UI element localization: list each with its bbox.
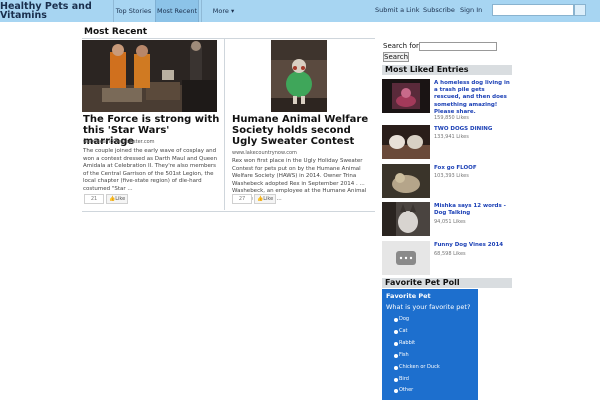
video-placeholder-icon [382, 241, 430, 275]
poll-option-label[interactable]: Rabbit [399, 340, 415, 346]
entry-likes: 133,941 Likes [434, 134, 469, 140]
entry-title[interactable]: Funny Dog Vines 2014 [434, 242, 512, 249]
submit-link[interactable]: Submit a Link [375, 0, 419, 22]
most-liked-heading: Most Liked Entries [382, 65, 512, 75]
sidebar-search-label: Search for: [383, 42, 422, 50]
section-divider [82, 38, 375, 39]
article-thumbnail-ugly-sweater[interactable] [271, 40, 327, 112]
nav-most-recent[interactable]: Most Recent [155, 0, 199, 22]
entry-thumbnail[interactable] [382, 202, 430, 236]
section-title: Most Recent [84, 27, 148, 37]
sign-in-link[interactable]: Sign In [460, 0, 482, 22]
entry-likes: 94,051 Likes [434, 219, 466, 225]
site-title-line-2: Vitamins [0, 10, 47, 21]
poll-radio-rabbit[interactable] [394, 342, 398, 346]
site-title[interactable]: Healthy Pets and Vitamins [0, 2, 112, 21]
like-button[interactable]: 👍Like [254, 194, 277, 204]
article-source: www.desmoinesregister.com [83, 139, 155, 145]
like-button[interactable]: 👍Like [106, 194, 129, 204]
poll-radio-other[interactable] [394, 389, 398, 393]
sidebar-search-button[interactable]: Search [383, 52, 409, 62]
entry-title[interactable]: Mishka says 12 words - Dog Talking [434, 203, 512, 217]
entry-title[interactable]: Fox go FLOOF [434, 165, 512, 172]
nav-top-stories[interactable]: Top Stories [113, 0, 153, 22]
poll-radio-bird[interactable] [394, 378, 398, 382]
entry-likes: 68,598 Likes [434, 251, 466, 257]
article-thumbnail-star-wars[interactable] [82, 40, 217, 112]
star-wars-photo-icon [82, 40, 217, 112]
two-dogs-video-icon [382, 125, 430, 159]
homeless-dog-video-icon [382, 79, 430, 113]
fox-video-icon [382, 164, 430, 198]
like-button-label: Like [115, 196, 126, 202]
article-excerpt: Rex won first place in the Ugly Holiday … [232, 158, 367, 202]
poll-option-label[interactable]: Cat [399, 328, 408, 334]
article-headline[interactable]: Humane Animal Welfare Society holds seco… [232, 114, 372, 147]
poll-option-label[interactable]: Fish [399, 352, 409, 358]
entry-likes: 159,850 Likes [434, 115, 469, 121]
dog-sweater-photo-icon [271, 40, 327, 112]
entry-thumbnail[interactable] [382, 164, 430, 198]
poll-heading: Favorite Pet Poll [382, 278, 512, 288]
like-button-label: Like [263, 196, 274, 202]
article-source: www.lakecountrynow.com [232, 150, 297, 156]
article-excerpt: The couple joined the early wave of cosp… [83, 148, 218, 192]
poll-option-label[interactable]: Bird [399, 376, 409, 382]
entry-thumbnail[interactable] [382, 79, 430, 113]
poll-radio-fish[interactable] [394, 354, 398, 358]
entry-title[interactable]: A homeless dog living in a trash pile ge… [434, 80, 512, 116]
entry-title[interactable]: TWO DOGS DINING [434, 126, 512, 133]
poll-title: Favorite Pet [386, 292, 431, 300]
nav-more-menu[interactable]: More ▾ [201, 0, 245, 22]
entry-thumbnail[interactable] [382, 125, 430, 159]
poll-option-label[interactable]: Dog [399, 316, 409, 322]
poll-question: What is your favorite pet? [386, 303, 471, 311]
header-search-input[interactable] [492, 4, 574, 16]
entry-likes: 103,393 Likes [434, 173, 469, 179]
like-count: 27 [232, 194, 252, 204]
like-count: 21 [84, 194, 104, 204]
husky-video-icon [382, 202, 430, 236]
subscribe-link[interactable]: Subscribe [423, 0, 455, 22]
poll-option-label[interactable]: Chicken or Duck [399, 364, 440, 370]
content-bottom-divider [82, 211, 375, 212]
sidebar-search-input[interactable] [419, 42, 497, 51]
entry-thumbnail[interactable] [382, 241, 430, 275]
poll-option-label[interactable]: Other [399, 387, 413, 393]
column-divider [224, 38, 225, 210]
poll-radio-dog[interactable] [394, 318, 398, 322]
header-search-button[interactable] [574, 4, 586, 16]
poll-radio-cat[interactable] [394, 330, 398, 334]
poll-radio-chicken-or-duck[interactable] [394, 366, 398, 370]
